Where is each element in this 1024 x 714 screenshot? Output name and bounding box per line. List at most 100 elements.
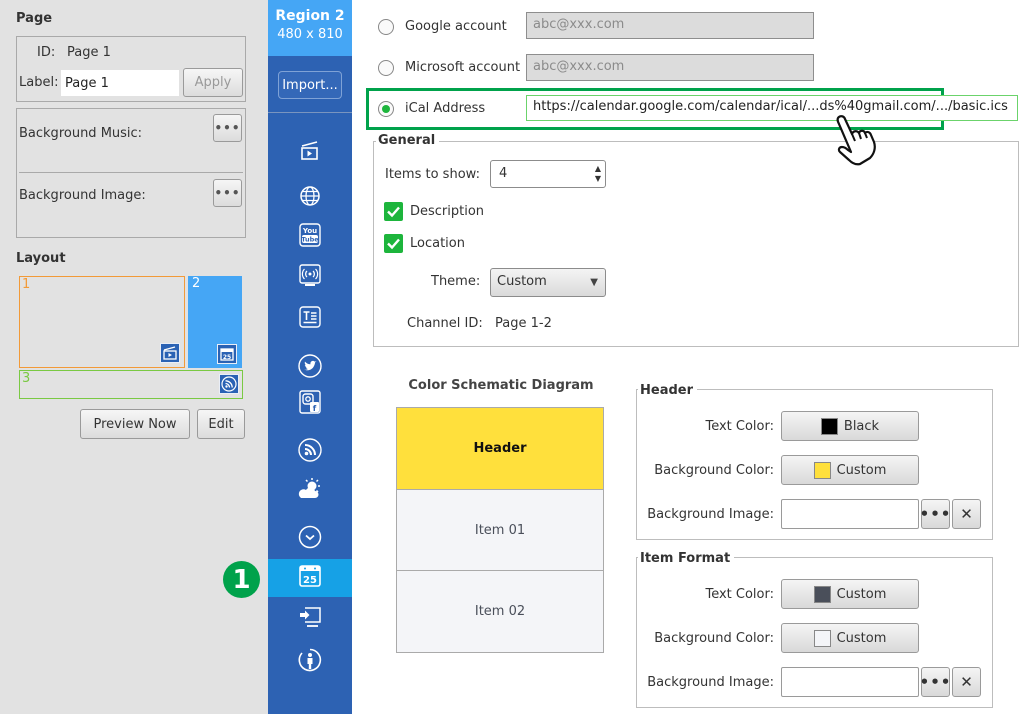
theme-select[interactable]: Custom ▼	[490, 268, 606, 297]
channel-id-value: Page 1-2	[495, 316, 552, 331]
theme-value: Custom	[497, 274, 547, 289]
apply-button[interactable]: Apply	[183, 68, 243, 97]
diagram-item: Item 01	[396, 489, 604, 571]
divider	[19, 172, 243, 173]
color-swatch	[813, 585, 831, 603]
sidebar-item-calendar[interactable]: 25	[268, 559, 352, 597]
item-text-color-label: Text Color:	[705, 587, 774, 602]
diagram-item-text: Item 01	[474, 522, 526, 538]
layout-region-2[interactable]: 2 25	[188, 276, 242, 368]
sidebar-item-text[interactable]	[268, 300, 352, 338]
item-bg-color-value: Custom	[836, 630, 887, 646]
video-icon	[160, 343, 180, 363]
bg-music-label: Background Music:	[19, 126, 143, 141]
description-checkbox[interactable]	[384, 202, 403, 221]
item-bg-image-input[interactable]	[781, 667, 919, 697]
google-account-radio[interactable]	[378, 19, 394, 35]
sidebar-item-live-stream[interactable]	[268, 259, 352, 297]
sidebar-divider	[268, 112, 352, 113]
color-swatch	[813, 629, 831, 647]
item-bg-color-button[interactable]: Custom	[781, 623, 919, 653]
item-bg-image-browse-button[interactable]: •••	[920, 667, 950, 697]
sidebar-item-social[interactable]: f	[268, 385, 352, 423]
svg-text:Tube: Tube	[301, 236, 319, 244]
region-size: 480 x 810	[277, 27, 343, 42]
checkmark-icon	[387, 206, 400, 218]
id-value: Page 1	[67, 45, 111, 60]
header-bg-image-browse-button[interactable]: •••	[920, 499, 950, 529]
items-to-show-stepper[interactable]: 4 ▲ ▼	[490, 160, 606, 188]
text-icon	[299, 306, 321, 332]
region-number: 1	[22, 277, 31, 292]
diagram-header: Header	[396, 407, 604, 490]
ical-address-input[interactable]: https://calendar.google.com/calendar/ica…	[526, 95, 1018, 121]
close-icon: ✕	[960, 505, 973, 523]
header-bg-image-clear-button[interactable]: ✕	[952, 499, 981, 529]
sidebar-item-more[interactable]	[268, 520, 352, 558]
stepper-arrows-icon[interactable]: ▲ ▼	[595, 164, 601, 184]
ical-address-radio[interactable]	[378, 101, 394, 117]
header-bg-color-value: Custom	[836, 462, 887, 478]
item-bg-image-label: Background Image:	[647, 675, 774, 690]
rss-icon	[298, 438, 322, 466]
checkmark-icon	[387, 238, 400, 250]
header-text-color-label: Text Color:	[705, 419, 774, 434]
header-bg-color-button[interactable]: Custom	[781, 455, 919, 485]
close-icon: ✕	[960, 673, 973, 691]
region-title: Region 2	[275, 8, 345, 24]
input-source-icon	[298, 605, 322, 633]
region-header: Region 2 480 x 810	[268, 0, 352, 56]
rss-icon	[219, 374, 239, 394]
import-button[interactable]: Import...	[278, 71, 342, 99]
header-bg-color-label: Background Color:	[654, 463, 774, 478]
bg-music-browse-button[interactable]: •••	[213, 114, 242, 142]
item-bg-image-clear-button[interactable]: ✕	[952, 667, 981, 697]
sidebar-item-video[interactable]	[268, 133, 352, 171]
bg-image-browse-button[interactable]: •••	[213, 179, 242, 207]
google-account-input[interactable]: abc@xxx.com	[526, 12, 814, 39]
header-bg-image-input[interactable]	[781, 499, 919, 529]
ical-address-label: iCal Address	[405, 101, 486, 116]
svg-text:25: 25	[223, 354, 231, 361]
calendar-region-editor: Page ID: Page 1 Label: Apply Background …	[0, 0, 1024, 714]
items-to-show-label: Items to show:	[385, 167, 480, 182]
page-info-box: ID: Page 1 Label: Apply	[16, 36, 246, 102]
widget-sidebar: Region 2 480 x 810 Import... YouTube f	[268, 0, 352, 714]
diagram-item-text: Item 02	[474, 604, 526, 619]
item-bg-color-label: Background Color:	[654, 631, 774, 646]
globe-icon	[299, 185, 321, 211]
sidebar-item-web[interactable]	[268, 179, 352, 217]
id-label: ID:	[37, 45, 56, 60]
youtube-icon: You Tube	[299, 223, 321, 251]
microsoft-account-radio[interactable]	[378, 60, 394, 76]
video-icon	[299, 139, 321, 165]
sidebar-item-input[interactable]	[268, 600, 352, 638]
sidebar-item-youtube[interactable]: You Tube	[268, 218, 352, 256]
diagram-header-text: Header	[473, 441, 527, 456]
label-label: Label:	[19, 75, 59, 90]
diagram-item: Item 02	[396, 570, 604, 653]
layout-region-3[interactable]: 3	[19, 370, 243, 399]
color-swatch	[820, 417, 838, 435]
sidebar-item-rss[interactable]	[268, 433, 352, 471]
location-checkbox[interactable]	[384, 234, 403, 253]
sidebar-item-twitter[interactable]	[268, 349, 352, 387]
region-number: 3	[22, 371, 31, 386]
calendar-icon: 25	[217, 344, 237, 364]
item-format-legend: Item Format	[638, 551, 735, 566]
page-label-input[interactable]	[61, 70, 179, 96]
microsoft-account-input[interactable]: abc@xxx.com	[526, 54, 814, 81]
item-text-color-button[interactable]: Custom	[781, 579, 919, 609]
google-account-label: Google account	[405, 19, 507, 34]
chevron-down-circle-icon	[298, 525, 322, 553]
layout-section-title: Layout	[16, 251, 66, 266]
general-legend: General	[376, 133, 440, 148]
background-box: Background Music: ••• Background Image: …	[16, 108, 246, 238]
preview-now-button[interactable]: Preview Now	[80, 409, 190, 439]
header-text-color-button[interactable]: Black	[781, 411, 919, 441]
sidebar-item-weather[interactable]	[268, 472, 352, 510]
sidebar-item-people[interactable]	[268, 643, 352, 681]
edit-button[interactable]: Edit	[197, 409, 245, 439]
layout-region-1[interactable]: 1	[19, 276, 185, 368]
items-to-show-value: 4	[499, 166, 508, 181]
